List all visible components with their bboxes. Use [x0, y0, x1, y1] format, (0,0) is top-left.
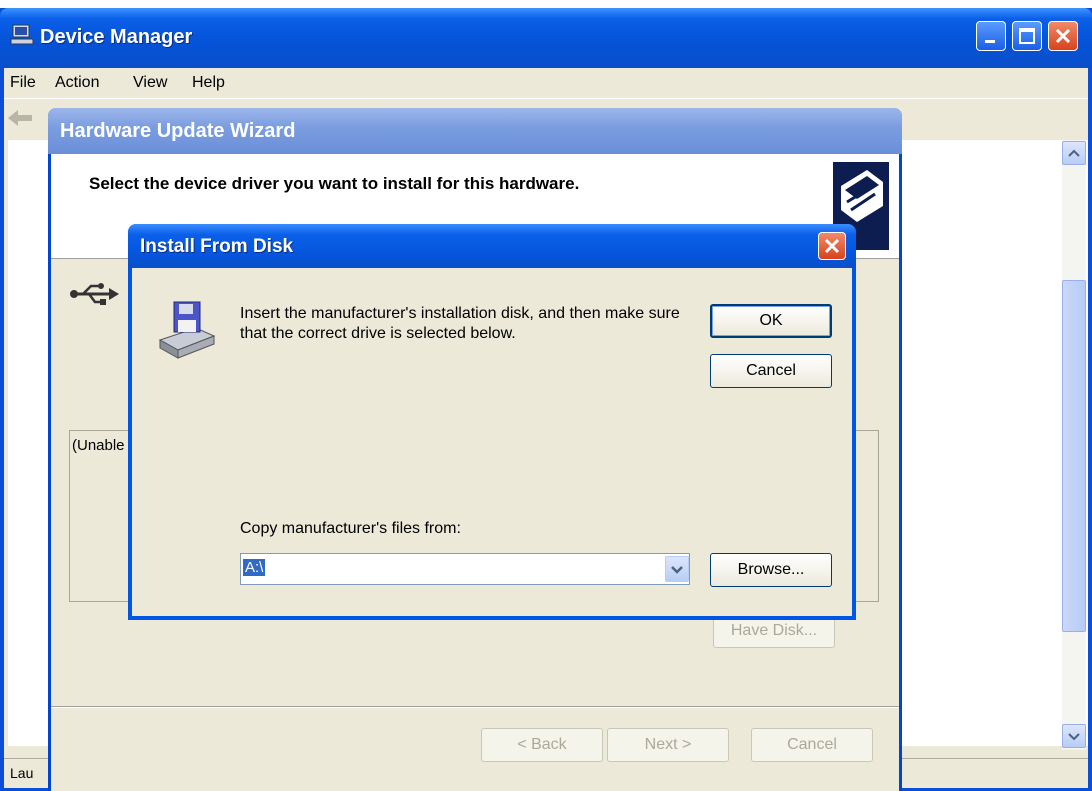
driver-list-text: (Unable	[72, 437, 125, 454]
minimize-icon	[985, 40, 995, 43]
menu-file[interactable]: File	[10, 74, 36, 92]
back-arrow-icon[interactable]	[6, 105, 36, 135]
dialog-title: Install From Disk	[140, 236, 294, 257]
scroll-up-button[interactable]	[1062, 141, 1086, 165]
usb-icon	[69, 282, 121, 310]
dialog-titlebar[interactable]: Install From Disk	[128, 224, 856, 268]
close-icon	[824, 238, 840, 254]
chevron-up-icon	[1068, 149, 1080, 157]
wizard-titlebar[interactable]: Hardware Update Wizard	[48, 108, 902, 154]
minimize-button[interactable]	[976, 21, 1006, 51]
cancel-button[interactable]: Cancel	[710, 354, 832, 388]
menu-help[interactable]: Help	[192, 74, 225, 92]
scroll-thumb[interactable]	[1062, 280, 1086, 632]
computer-icon	[10, 24, 34, 46]
ok-button[interactable]: OK	[710, 304, 832, 338]
dialog-close-button[interactable]	[818, 232, 846, 260]
vertical-scrollbar[interactable]	[1062, 140, 1086, 750]
wizard-cancel-button[interactable]: Cancel	[751, 728, 873, 762]
wizard-title: Hardware Update Wizard	[60, 120, 296, 142]
wizard-separator	[51, 706, 899, 708]
floppy-drive-icon	[156, 296, 216, 370]
back-button[interactable]: < Back	[481, 728, 603, 762]
close-icon	[1055, 28, 1071, 44]
maximize-button[interactable]	[1012, 21, 1042, 51]
chevron-down-icon	[671, 566, 683, 574]
chevron-down-icon	[1068, 733, 1080, 741]
scroll-down-button[interactable]	[1062, 724, 1086, 748]
install-from-disk-dialog: Install From Disk Insert the manufacture…	[128, 224, 856, 620]
window-title: Device Manager	[40, 26, 193, 48]
device-manager-titlebar[interactable]: Device Manager	[0, 8, 1092, 68]
status-text: Lau	[10, 765, 34, 781]
copy-from-label: Copy manufacturer's files from:	[240, 520, 461, 537]
menu-bar: File Action View Help	[4, 68, 1088, 98]
dialog-body: Insert the manufacturer's installation d…	[132, 268, 852, 616]
copy-from-combobox[interactable]: A:\	[240, 553, 690, 585]
copy-from-value: A:\	[243, 559, 266, 576]
maximize-icon	[1019, 28, 1035, 44]
wizard-header-text: Select the device driver you want to ins…	[89, 174, 580, 193]
close-button[interactable]	[1048, 21, 1078, 51]
browse-button[interactable]: Browse...	[710, 553, 832, 587]
dialog-message: Insert the manufacturer's installation d…	[240, 305, 680, 342]
menu-view[interactable]: View	[133, 74, 167, 92]
next-button[interactable]: Next >	[607, 728, 729, 762]
menu-action[interactable]: Action	[55, 74, 99, 92]
dropdown-button[interactable]	[665, 556, 689, 582]
